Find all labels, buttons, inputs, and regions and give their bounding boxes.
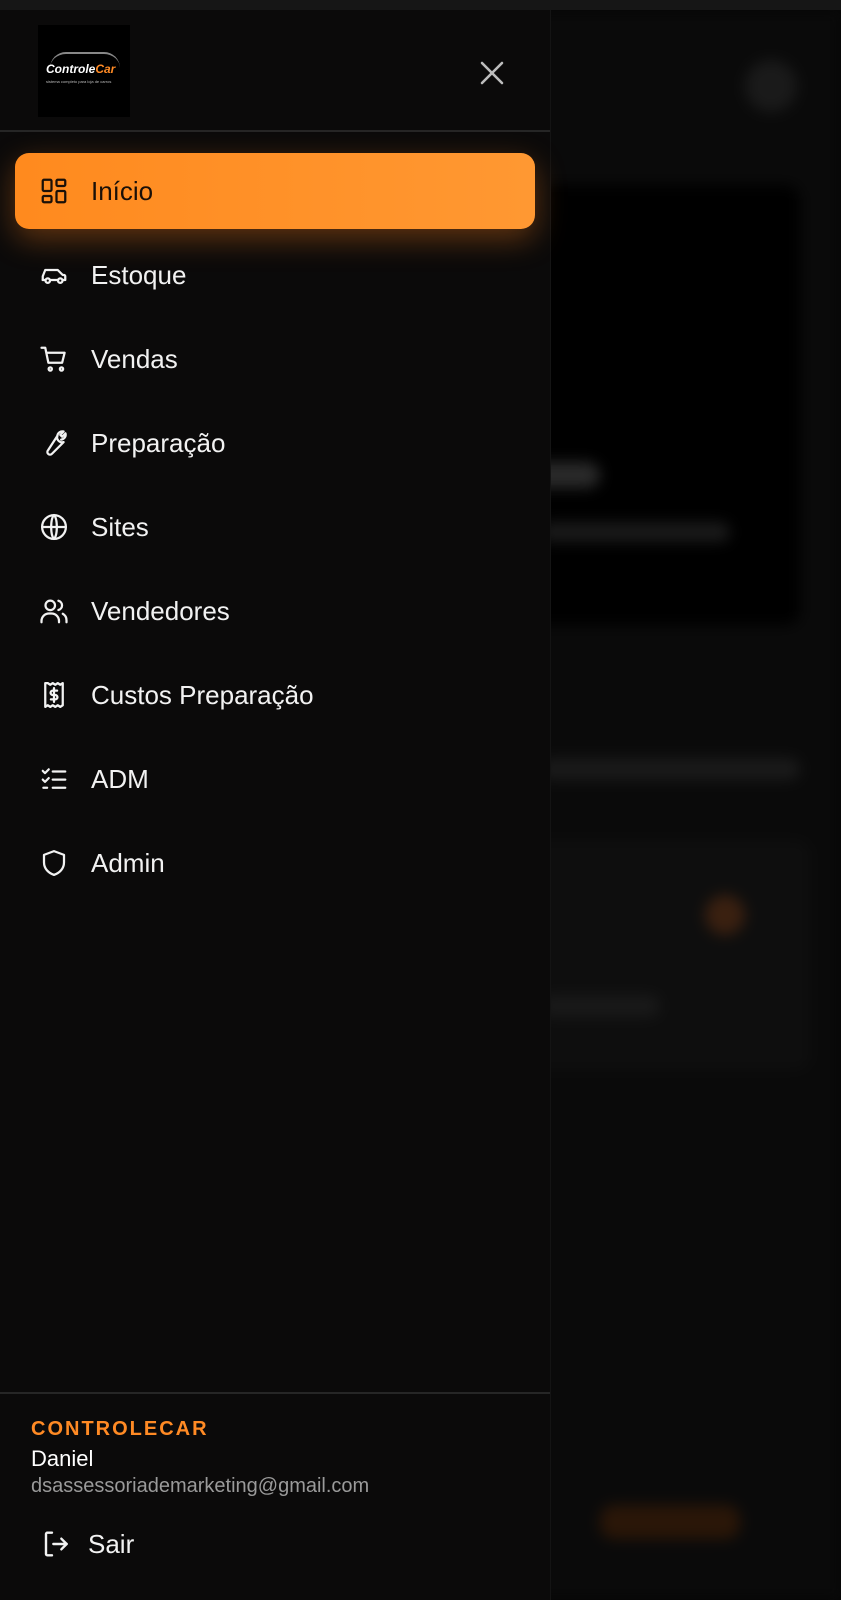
receipt-dollar-icon [37,678,71,712]
nav-item-label: ADM [91,763,149,794]
drawer-header: ControleCar sistema completo para loja d… [0,10,550,132]
logout-button[interactable]: Sair [40,1524,134,1564]
nav-item-label: Custos Preparação [91,679,314,710]
user-email: dsassessoriademarketing@gmail.com [31,1475,370,1497]
nav-item-label: Estoque [91,259,187,290]
nav-item-label: Sites [91,511,149,542]
nav-item-label: Início [91,175,154,206]
brand-label: CONTROLECAR [31,1418,209,1440]
background-text [540,758,800,780]
app-logo: ControleCar sistema completo para loja d… [38,25,130,117]
nav-item-preparacao[interactable]: Preparação [15,405,535,481]
nav-item-estoque[interactable]: Estoque [15,237,535,313]
nav-item-label: Vendedores [91,595,230,626]
user-name: Daniel [31,1446,94,1471]
logout-label: Sair [88,1528,135,1559]
nav-item-label: Vendas [91,343,178,374]
background-button [600,1505,740,1539]
checklist-icon [37,762,71,796]
close-drawer-button[interactable] [474,55,510,91]
nav-item-label: Admin [91,847,165,878]
background-text [540,995,660,1017]
nav-item-inicio[interactable]: Início [15,153,535,229]
logout-icon [40,1528,72,1560]
dashboard-grid-icon [37,174,71,208]
users-icon [37,594,71,628]
nav-item-adm[interactable]: ADM [15,741,535,817]
navigation-drawer: ControleCar sistema completo para loja d… [0,10,551,1600]
close-icon [480,61,504,85]
nav-item-vendas[interactable]: Vendas [15,321,535,397]
background-avatar [745,60,797,112]
globe-icon [37,510,71,544]
logo-text: ControleCar [46,62,116,76]
background-text [540,522,730,542]
car-icon [37,258,71,292]
shield-icon [37,846,71,880]
drawer-footer: CONTROLECAR Daniel dsassessoriademarketi… [0,1392,550,1559]
nav-item-label: Preparação [91,427,226,458]
drawer-nav: Início Estoque Vendas Preparação Sites V… [0,153,550,909]
wrench-icon [37,426,71,460]
logo-tagline: sistema completo para loja de carros [46,79,112,84]
nav-item-sites[interactable]: Sites [15,489,535,565]
nav-item-custos-preparacao[interactable]: Custos Preparação [15,657,535,733]
background-card [520,840,810,1070]
status-bar-strip [0,0,841,10]
background-card [520,185,800,625]
nav-item-admin[interactable]: Admin [15,825,535,901]
app-page: ControleCar sistema completo para loja d… [0,0,841,1600]
nav-item-vendedores[interactable]: Vendedores [15,573,535,649]
shopping-cart-icon [37,342,71,376]
background-accent-dot [705,895,745,935]
